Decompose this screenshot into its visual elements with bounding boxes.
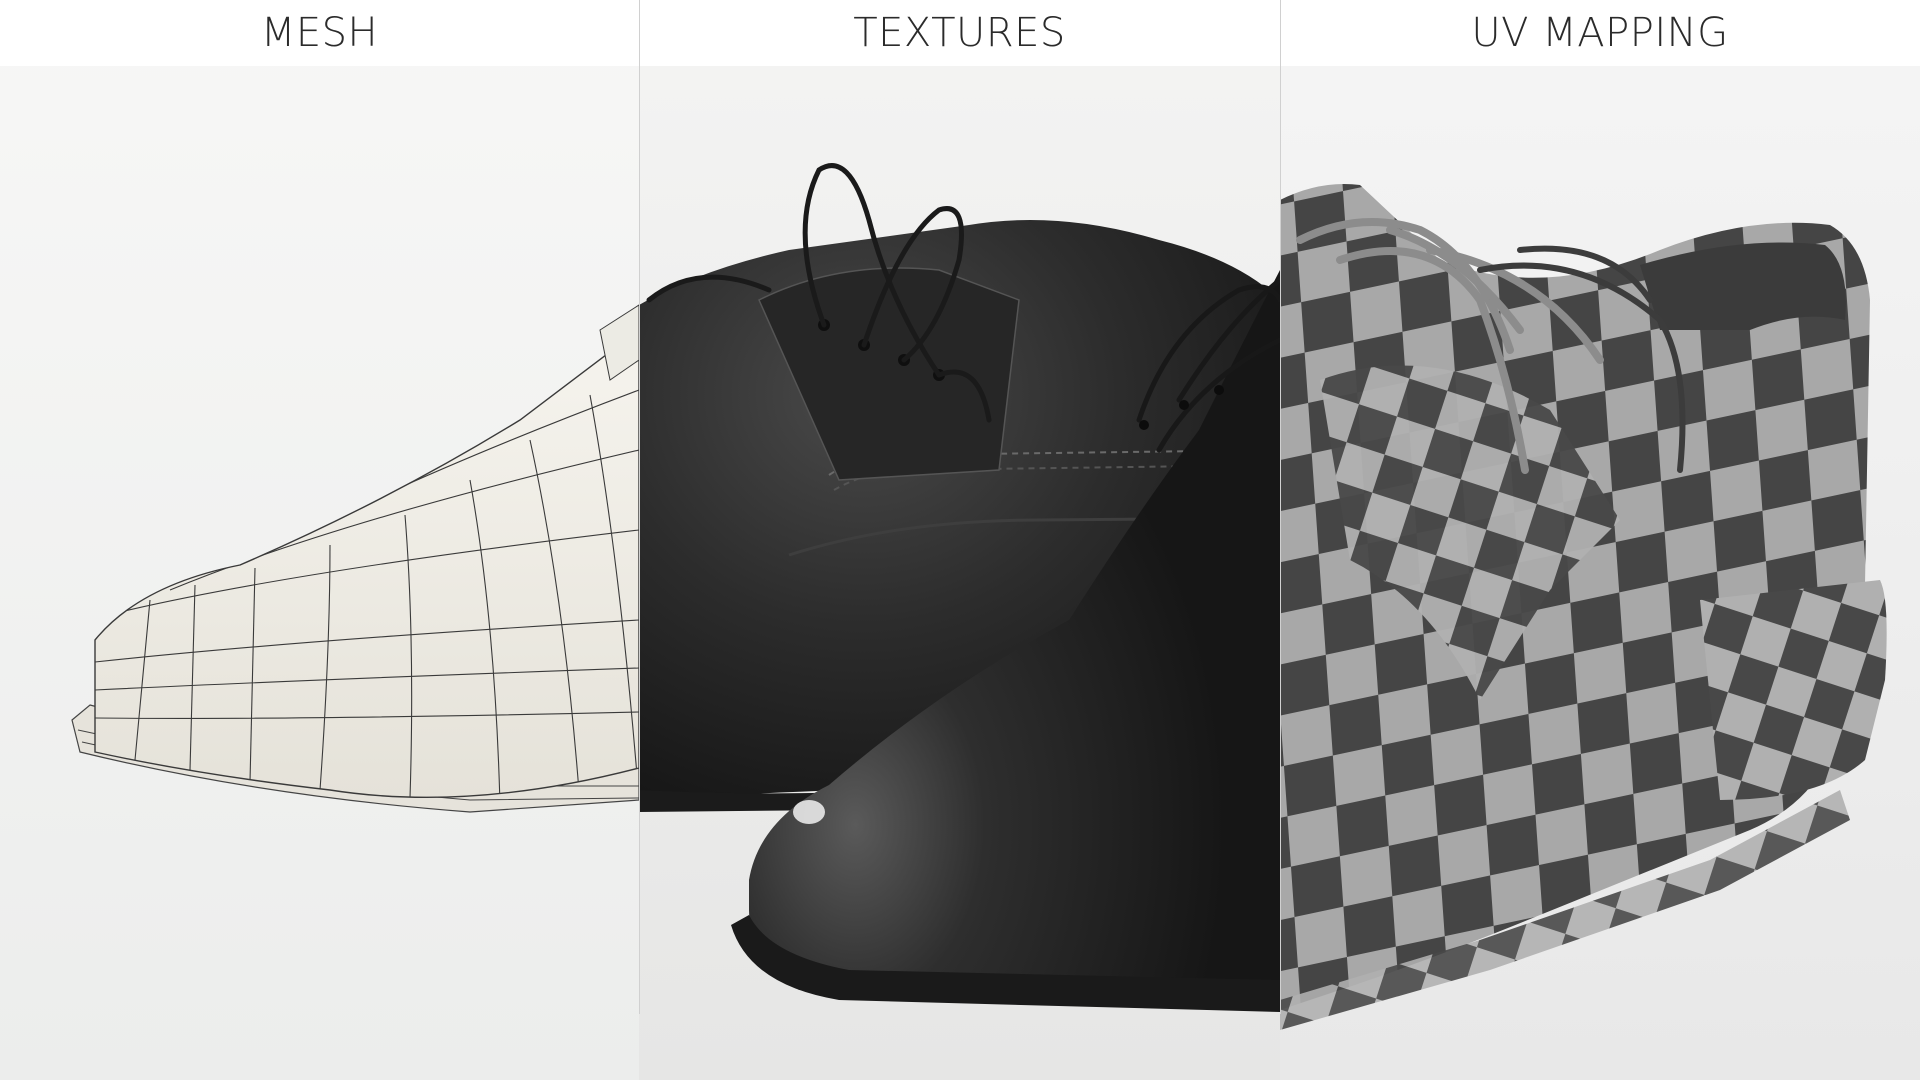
comparison-image: MESH TEXTURES UV MAPPING (0, 0, 1920, 1080)
panel-divider (639, 0, 640, 1014)
panel-divider (1280, 0, 1281, 1014)
wireframe-shoe (71, 304, 639, 813)
textures-title: TEXTURES (853, 10, 1066, 56)
uv-checker-shoe (1280, 184, 1887, 1030)
textures-panel: TEXTURES (639, 0, 1280, 1080)
mesh-header: MESH (0, 0, 639, 66)
mesh-title: MESH (260, 10, 379, 56)
uv-header: UV MAPPING (1280, 0, 1920, 66)
mesh-panel: MESH (0, 0, 639, 1080)
uv-mapping-panel: UV MAPPING (1280, 0, 1920, 1080)
leather-shoe (639, 163, 1280, 1012)
uv-title: UV MAPPING (1471, 10, 1729, 56)
textures-header: TEXTURES (639, 0, 1280, 66)
